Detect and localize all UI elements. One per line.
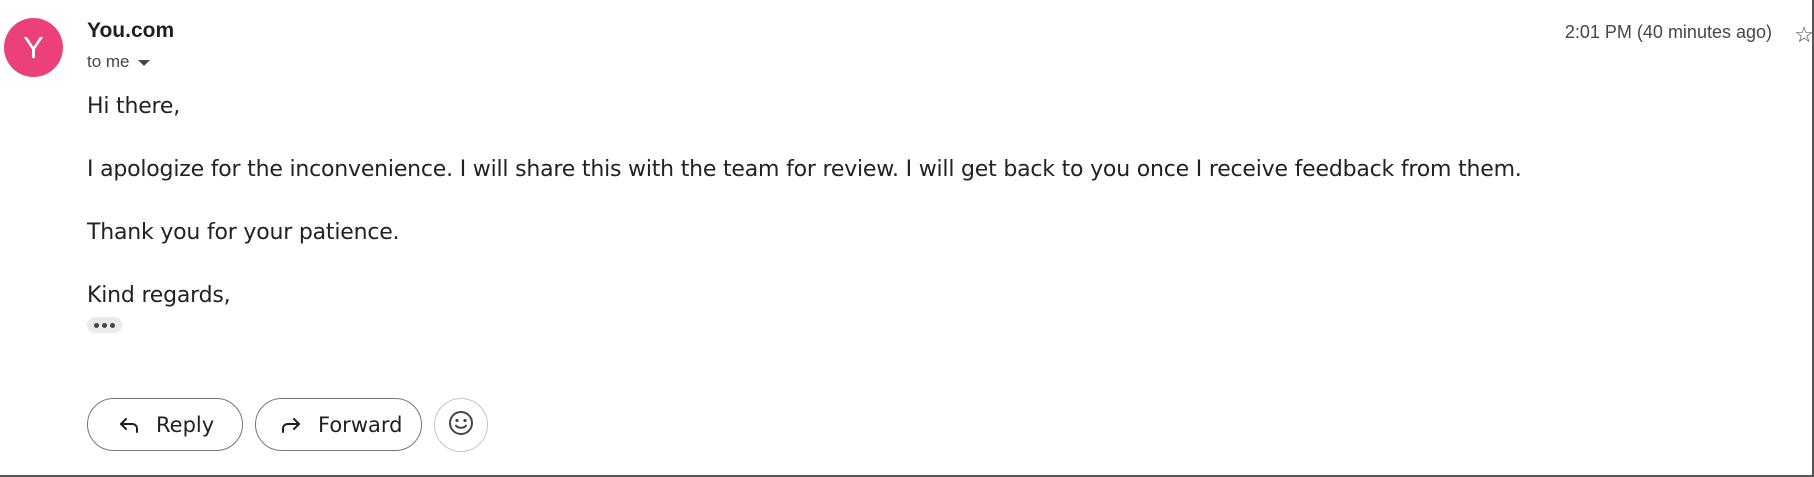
message-timestamp: 2:01 PM (40 minutes ago) — [1564, 22, 1772, 42]
reply-label: Reply — [156, 412, 215, 437]
body-greeting: Hi there, — [87, 94, 181, 119]
emoji-smile-icon — [447, 409, 475, 442]
body-closing: Kind regards, — [87, 283, 231, 308]
reply-button[interactable]: Reply — [87, 398, 243, 451]
avatar-letter: Y — [23, 29, 44, 65]
sender-name[interactable]: You.com — [87, 19, 174, 43]
body-paragraph: I apologize for the inconvenience. I wil… — [87, 157, 1522, 182]
email-message: Y You.com to me 2:01 PM (40 minutes ago)… — [0, 0, 1814, 477]
sender-avatar[interactable]: Y — [4, 18, 63, 77]
body-paragraph: Thank you for your patience. — [87, 220, 400, 245]
message-body: Hi there, I apologize for the inconvenie… — [87, 92, 1522, 311]
reply-arrow-icon — [116, 412, 142, 438]
caret-down-icon — [137, 60, 150, 66]
recipient-label: to me — [87, 52, 130, 71]
more-dots-icon — [94, 322, 99, 328]
star-icon[interactable]: ☆ — [1794, 22, 1812, 48]
recipient-details-toggle[interactable]: to me — [87, 52, 150, 72]
forward-label: Forward — [318, 412, 403, 437]
show-trimmed-content-button[interactable] — [87, 317, 122, 333]
add-reaction-button[interactable] — [434, 398, 488, 452]
forward-button[interactable]: Forward — [255, 398, 422, 451]
forward-arrow-icon — [278, 412, 304, 438]
